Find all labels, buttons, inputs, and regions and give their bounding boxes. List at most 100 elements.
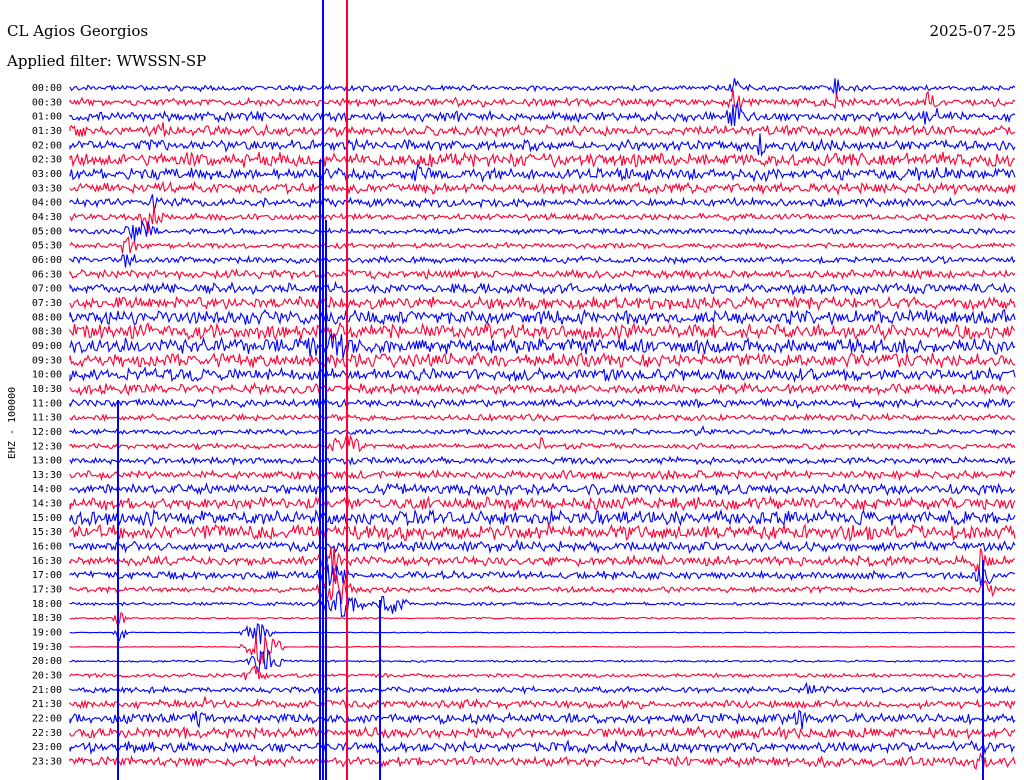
time-tick-label: 01:00 — [32, 112, 62, 123]
trace-row — [69, 351, 1016, 369]
helicorder-plot: CL Agios Georgios 2025-07-25 Applied fil… — [6, 0, 1016, 780]
trace-row — [69, 538, 1016, 555]
trace-row — [69, 412, 1016, 423]
trace-row — [69, 433, 1016, 453]
time-tick-label: 03:00 — [32, 169, 62, 180]
trace-row — [69, 133, 1016, 158]
time-tick-label: 19:00 — [32, 628, 62, 639]
trace-row — [69, 78, 1016, 98]
time-tick-label: 21:00 — [32, 685, 62, 696]
trace-row — [69, 495, 1016, 512]
time-tick-label: 10:30 — [32, 384, 62, 395]
time-tick-label: 11:00 — [32, 398, 62, 409]
trace-row — [69, 333, 1016, 359]
time-tick-label: 00:30 — [32, 97, 62, 108]
time-tick-label: 12:00 — [32, 427, 62, 438]
trace-row — [69, 522, 1016, 543]
time-tick-label: 08:00 — [32, 312, 62, 323]
time-tick-label: 21:30 — [32, 699, 62, 710]
time-tick-label: 09:00 — [32, 341, 62, 352]
time-tick-label: 14:00 — [32, 484, 62, 495]
time-tick-label: 05:00 — [32, 226, 62, 237]
time-tick-label: 16:00 — [32, 542, 62, 553]
time-tick-label: 13:00 — [32, 456, 62, 467]
time-tick-label: 00:00 — [32, 83, 62, 94]
trace-row — [69, 280, 1016, 296]
time-tick-label: 04:00 — [32, 198, 62, 209]
time-tick-label: 06:00 — [32, 255, 62, 266]
trace-row — [69, 468, 1016, 482]
time-tick-label: 23:30 — [32, 757, 62, 768]
time-tick-label: 12:30 — [32, 441, 62, 452]
time-tick-label: 11:30 — [32, 413, 62, 424]
time-tick-label: 20:30 — [32, 671, 62, 682]
time-tick-label: 19:30 — [32, 642, 62, 653]
time-tick-label: 22:30 — [32, 728, 62, 739]
trace-row — [69, 739, 1015, 756]
filter-label: Applied filter: WWSSN-SP — [6, 52, 206, 70]
time-tick-label: 17:00 — [32, 570, 62, 581]
trace-row — [69, 366, 1016, 384]
time-tick-label: 03:30 — [32, 183, 62, 194]
time-tick-label: 07:30 — [32, 298, 62, 309]
time-tick-label: 10:00 — [32, 370, 62, 381]
time-tick-group: 00:00 00:30 01:00 01:30 02:00 02:30 03:00 03:30… — [32, 83, 62, 768]
time-tick-label: 18:30 — [32, 613, 62, 624]
time-tick-label: 05:30 — [32, 241, 62, 252]
trace-row — [69, 611, 1016, 628]
trace-row — [69, 396, 1016, 410]
time-tick-label: 15:30 — [32, 527, 62, 538]
trace-row — [69, 681, 1016, 695]
time-tick-label: 13:30 — [32, 470, 62, 481]
trace-row — [69, 381, 1016, 397]
time-tick-label: 23:00 — [32, 742, 62, 753]
trace-row — [69, 508, 1016, 528]
time-tick-label: 07:00 — [32, 284, 62, 295]
channel-axis-label: EHZ - 100000 — [7, 387, 18, 459]
station-title: CL Agios Georgios — [7, 22, 148, 40]
trace-group — [69, 0, 1016, 780]
trace-row — [69, 589, 1016, 618]
trace-row — [69, 295, 1016, 312]
trace-row — [69, 546, 1016, 575]
trace-row — [69, 122, 1016, 139]
trace-row — [69, 725, 1016, 741]
trace-row — [69, 665, 1016, 681]
trace-row — [69, 163, 1016, 184]
trace-row — [69, 89, 1016, 110]
trace-row — [69, 622, 1016, 645]
trace-row — [69, 308, 1016, 327]
trace-row — [69, 482, 1016, 497]
trace-row — [69, 752, 1016, 770]
date-label: 2025-07-25 — [930, 22, 1016, 40]
trace-row — [69, 220, 1016, 242]
trace-row — [69, 455, 1016, 467]
time-tick-label: 15:00 — [32, 513, 62, 524]
time-tick-label: 06:30 — [32, 269, 62, 280]
trace-row — [69, 194, 1016, 211]
time-tick-label: 17:30 — [32, 585, 62, 596]
time-tick-label: 01:30 — [32, 126, 62, 137]
trace-row — [69, 709, 1016, 730]
trace-row — [69, 268, 1016, 281]
trace-row — [69, 236, 1016, 254]
trace-row — [69, 425, 1016, 437]
time-tick-label: 16:30 — [32, 556, 62, 567]
trace-row — [69, 696, 1016, 711]
time-tick-label: 18:00 — [32, 599, 62, 610]
trace-row — [69, 180, 1016, 197]
trace-row — [69, 205, 1015, 234]
time-tick-label: 04:30 — [32, 212, 62, 223]
time-tick-label: 09:30 — [32, 355, 62, 366]
trace-row — [69, 151, 1016, 169]
time-tick-label: 22:00 — [32, 714, 62, 725]
trace-row — [69, 649, 1016, 674]
time-tick-label: 02:30 — [32, 155, 62, 166]
trace-row — [69, 253, 1016, 268]
time-tick-label: 08:30 — [32, 327, 62, 338]
time-tick-label: 02:00 — [32, 140, 62, 151]
trace-row — [69, 635, 1016, 665]
time-tick-label: 20:00 — [32, 656, 62, 667]
trace-row — [69, 321, 1016, 342]
trace-row — [69, 564, 1016, 590]
